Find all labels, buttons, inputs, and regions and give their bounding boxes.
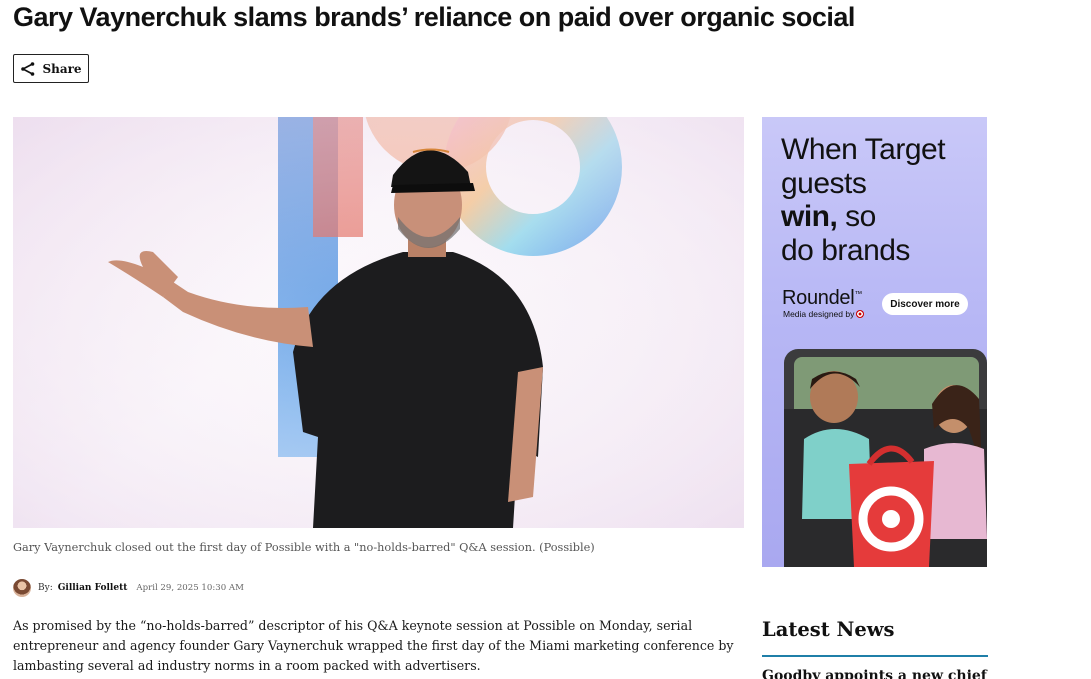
- share-button[interactable]: Share: [13, 54, 89, 83]
- publish-date: April 29, 2025 10:30 AM: [136, 583, 244, 593]
- article-lead-paragraph: As promised by the “no-holds-barred” des…: [13, 618, 734, 673]
- latest-news-item[interactable]: Goodby appoints a new chief: [762, 668, 988, 679]
- latest-news-heading: Latest News: [762, 618, 895, 641]
- ad-line-3-bold: win,: [781, 200, 838, 233]
- roundel-logo: Roundel™: [782, 287, 862, 310]
- share-icon: [21, 61, 35, 76]
- ad-line-1: When Target: [781, 133, 946, 166]
- ad-discover-more-button[interactable]: Discover more: [882, 293, 968, 315]
- ad-headline: When Target guests win, so do brands: [781, 133, 981, 267]
- target-logo-icon: [856, 310, 865, 318]
- author-link[interactable]: Gillian Follett: [58, 583, 128, 593]
- ad-line-4: do brands: [781, 233, 910, 267]
- ad-line-3: win, so: [781, 200, 981, 234]
- ad-line-3-rest: so: [837, 200, 876, 233]
- ad-line-2: guests: [781, 166, 867, 200]
- latest-news-divider: [762, 655, 988, 657]
- share-label: Share: [42, 61, 82, 76]
- advertisement[interactable]: When Target guests win, so do brands Rou…: [762, 117, 987, 567]
- image-caption: Gary Vaynerchuk closed out the first day…: [13, 541, 595, 554]
- article-headline: Gary Vaynerchuk slams brands’ reliance o…: [13, 2, 855, 32]
- ad-brand-subline: Media designed by: [783, 309, 865, 319]
- byline: By: Gillian Follett April 29, 2025 10:30…: [13, 579, 244, 597]
- byline-prefix: By:: [38, 583, 53, 593]
- ad-photo: [784, 349, 987, 567]
- ad-brand-sub-text: Media designed by: [783, 309, 855, 319]
- hero-image: [13, 117, 744, 528]
- ad-brand-trademark: ™: [854, 289, 863, 299]
- author-avatar[interactable]: [13, 579, 31, 597]
- ad-brand-name: Roundel: [782, 287, 855, 309]
